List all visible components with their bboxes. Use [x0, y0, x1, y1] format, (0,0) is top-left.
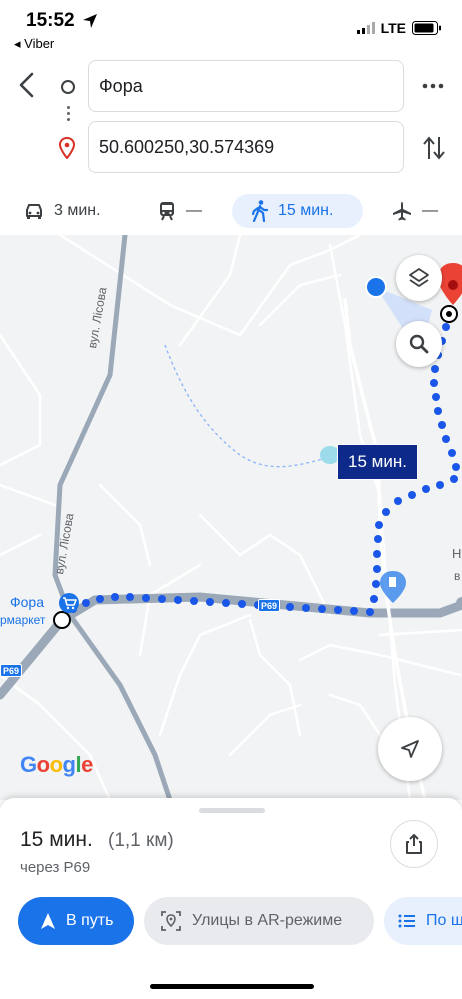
google-logo: Google — [20, 752, 93, 777]
more-options-icon[interactable] — [420, 76, 446, 96]
battery-icon — [412, 21, 441, 35]
edge-label-2: в — [454, 569, 461, 583]
list-icon — [398, 914, 415, 928]
walking-icon — [252, 200, 268, 222]
share-button[interactable] — [390, 820, 438, 868]
start-navigation-label: В путь — [66, 912, 114, 929]
route-duration-tag: 15 мин. — [337, 444, 418, 480]
navigation-arrow-icon — [41, 913, 55, 929]
network-type: LTE — [380, 20, 406, 36]
mode-transit-time: — — [186, 202, 202, 219]
sheet-drag-handle[interactable] — [199, 808, 265, 813]
mode-walk[interactable]: 15 мин. — [232, 194, 363, 228]
home-indicator — [150, 984, 314, 989]
origin-circle-icon — [61, 80, 75, 94]
navigation-arrow-icon — [401, 740, 419, 758]
summary-distance: (1,1 км) — [108, 830, 174, 851]
share-icon — [406, 834, 422, 854]
ar-streets-button[interactable]: Улицы в AR-режиме — [144, 897, 374, 945]
summary-via: через Р69 — [20, 859, 91, 876]
car-icon — [26, 204, 42, 219]
travel-modes: 3 мин. — 15 мин. — — [0, 186, 462, 234]
edge-label-1: Н — [452, 546, 462, 561]
ar-streets-label: Улицы в AR-режиме — [192, 912, 343, 929]
status-time: 15:52 — [26, 10, 75, 31]
steps-label: По ш — [426, 912, 462, 929]
poi-subtitle: рмаркет — [0, 613, 46, 627]
route-shield-p69-left: Р69 — [0, 664, 22, 677]
route-dots-icon — [67, 106, 70, 122]
swap-icon[interactable] — [421, 133, 447, 163]
summary-time: 15 мин. — [20, 828, 93, 851]
mode-flight-time: — — [422, 202, 438, 219]
search-icon — [409, 334, 429, 354]
route-shield-p69: Р69 — [258, 599, 280, 612]
train-icon — [160, 202, 174, 221]
start-navigation-button[interactable]: В путь — [18, 897, 134, 945]
mode-car[interactable]: 3 мин. — [24, 194, 101, 228]
search-along-route-button[interactable] — [396, 321, 442, 367]
layers-button[interactable] — [396, 255, 442, 301]
mode-car-time: 3 мин. — [54, 202, 101, 219]
route-summary-sheet: 15 мин. (1,1 км) через Р69 В путь Улицы … — [0, 798, 462, 999]
mode-walk-time: 15 мин. — [278, 202, 334, 219]
screen: 15:52 ◂ Viber LTE Фора 50.600250,30.5743… — [0, 0, 462, 999]
signal-icon — [356, 22, 375, 34]
steps-button[interactable]: По ш — [384, 897, 462, 945]
destination-input[interactable]: 50.600250,30.574369 — [88, 121, 404, 173]
mode-flight[interactable]: — — [392, 194, 438, 228]
ar-location-icon — [161, 911, 181, 931]
layers-icon — [409, 268, 429, 287]
back-to-app-link[interactable]: ◂ Viber — [14, 36, 54, 52]
map-view[interactable]: Р69 Р69 вул. Лісова вул. Лісова Фора рма… — [0, 235, 462, 800]
status-indicators: LTE — [356, 20, 442, 36]
navigation-mode-button[interactable] — [378, 717, 442, 781]
back-arrow-icon[interactable] — [14, 70, 40, 100]
location-arrow-icon — [83, 14, 97, 28]
mode-transit[interactable]: — — [158, 194, 202, 228]
poi-name[interactable]: Фора — [10, 594, 44, 610]
destination-pin-icon — [58, 137, 76, 159]
origin-input[interactable]: Фора — [88, 60, 404, 112]
airplane-icon — [393, 202, 411, 221]
